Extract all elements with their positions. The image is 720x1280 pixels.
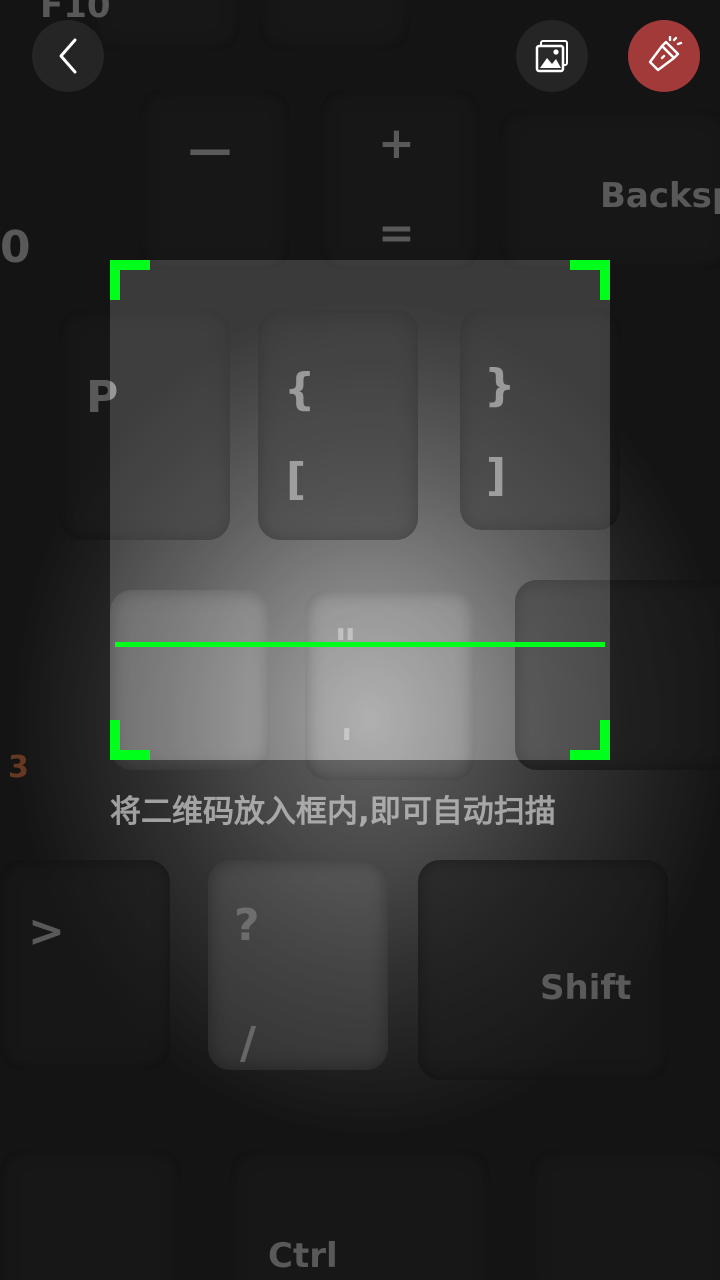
scan-frame-corner-bottom-right — [570, 720, 610, 760]
gallery-button[interactable] — [516, 20, 588, 92]
scan-mask — [0, 0, 720, 260]
scan-frame — [110, 260, 610, 760]
qr-scanner-screen: F10 — + = Backsp 0 P { [ } ] " ' 3 > ? /… — [0, 0, 720, 1280]
scan-mask — [0, 260, 110, 760]
scan-mask — [610, 260, 720, 760]
scan-mask — [0, 760, 720, 1280]
scan-hint-text: 将二维码放入框内,即可自动扫描 — [110, 794, 556, 830]
flashlight-icon — [644, 36, 684, 76]
scan-line — [115, 642, 605, 647]
image-gallery-icon — [535, 39, 569, 73]
scan-frame-corner-top-right — [570, 260, 610, 300]
scan-frame-corner-bottom-left — [110, 720, 150, 760]
flashlight-button[interactable] — [628, 20, 700, 92]
scan-frame-corner-top-left — [110, 260, 150, 300]
back-button[interactable] — [32, 20, 104, 92]
chevron-left-icon — [53, 36, 83, 76]
